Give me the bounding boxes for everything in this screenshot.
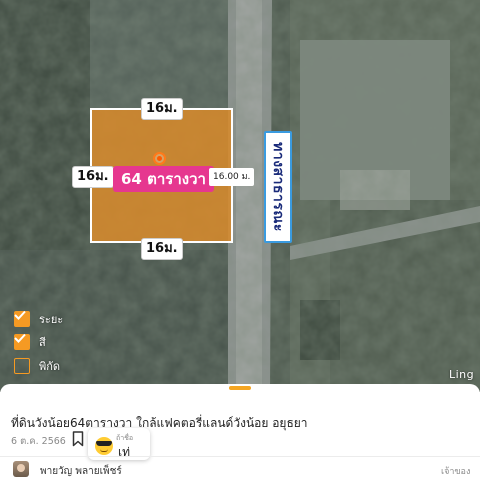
road-label-text: ทางสาธารณะ <box>270 142 287 232</box>
location-pin-icon[interactable] <box>153 152 166 165</box>
app-root: 16ม. 16ม. 16ม. 64 ตารางวา 16.00 ม. ทางสา… <box>0 0 480 480</box>
legend-item-distance[interactable]: ระยะ <box>14 310 63 328</box>
watermark: Ling <box>449 368 475 381</box>
satellite-map[interactable]: 16ม. 16ม. 16ม. 64 ตารางวา 16.00 ม. ทางสา… <box>0 0 480 392</box>
legend-label: สี <box>39 336 46 349</box>
legend-item-coordinates[interactable]: พิกัด <box>14 357 60 375</box>
plot-bottom-dimension: 16ม. <box>141 238 183 260</box>
checkbox-unchecked-icon[interactable] <box>14 358 30 374</box>
road-label: ทางสาธารณะ <box>264 131 292 243</box>
divider <box>0 456 480 457</box>
avatar[interactable] <box>13 461 29 477</box>
sheet-drag-handle[interactable] <box>229 386 251 390</box>
reaction-label: เท่ <box>118 445 131 459</box>
legend-item-color[interactable]: สี <box>14 333 46 351</box>
seller-name[interactable]: พายวัญ พลายเพ็ชร์ <box>40 464 122 479</box>
cool-face-icon <box>95 437 113 455</box>
satellite-imagery <box>0 0 480 392</box>
plot-scale-label: 16.00 ม. <box>209 168 255 186</box>
plot-left-dimension: 16ม. <box>72 166 114 188</box>
legend-label: ระยะ <box>39 313 64 326</box>
listing-title: ที่ดินวังน้อย64ตารางวา ใกล้แฟคตอรี่แลนด์… <box>11 416 308 430</box>
checkbox-checked-icon[interactable] <box>14 310 30 327</box>
plot-area-label: 64 ตารางวา <box>113 166 214 192</box>
listing-date: 6 ต.ค. 2566 <box>11 436 66 447</box>
bookmark-icon[interactable] <box>72 431 84 447</box>
checkbox-checked-icon[interactable] <box>14 333 30 350</box>
plot-top-dimension: 16ม. <box>141 98 183 120</box>
legend-label: พิกัด <box>39 360 61 373</box>
seller-role-badge: เจ้าของ <box>441 467 471 477</box>
